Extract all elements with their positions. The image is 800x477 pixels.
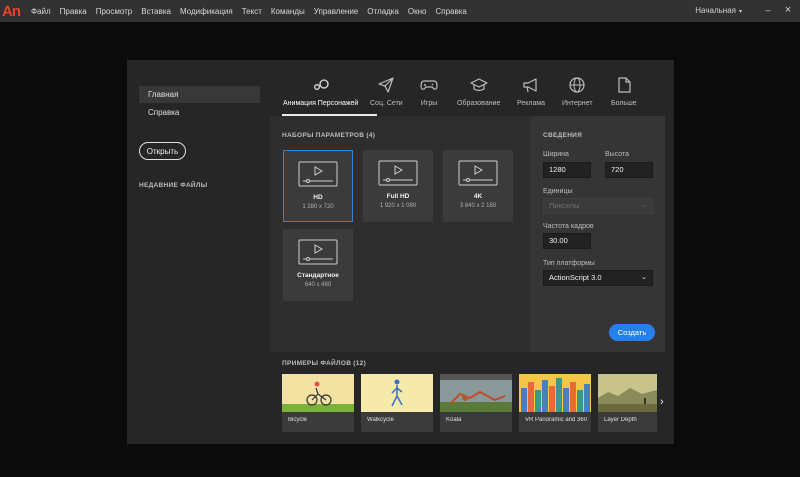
minimize-button[interactable]: – xyxy=(761,3,775,17)
koala-thumbnail xyxy=(440,374,512,412)
menu-debug[interactable]: Отладка xyxy=(367,7,399,16)
open-button[interactable]: Открыть xyxy=(139,142,186,160)
tab-label: Игры xyxy=(420,100,438,107)
platform-value: ActionScript 3.0 xyxy=(549,273,602,282)
tab-social[interactable]: Соц. Сети xyxy=(370,76,403,107)
sample-file-koala[interactable]: Koala xyxy=(440,374,512,432)
units-label: Единицы xyxy=(543,188,573,195)
walkcycle-thumbnail xyxy=(361,374,433,412)
sample-file-name: Bicycle xyxy=(288,417,308,423)
fps-label: Частота кадров xyxy=(543,223,594,230)
animate-logo: An xyxy=(2,2,21,20)
menu-file[interactable]: Файл xyxy=(31,7,51,16)
document-icon xyxy=(618,77,631,93)
preset-size: 1 280 x 720 xyxy=(302,204,334,210)
menu-control[interactable]: Управление xyxy=(314,7,358,16)
menu-help[interactable]: Справка xyxy=(435,7,466,16)
gamepad-icon xyxy=(420,80,438,90)
width-label: Ширина xyxy=(543,151,569,158)
preset-standard[interactable]: Стандартное 640 x 480 xyxy=(283,229,353,301)
menu-bar: An Файл Правка Просмотр Вставка Модифика… xyxy=(0,0,800,22)
preset-4k[interactable]: 4K 3 840 x 2 160 xyxy=(443,150,513,222)
vr-panoramic-thumbnail xyxy=(519,374,591,412)
sample-file-name: Layer Depth xyxy=(604,417,637,423)
tab-advertising[interactable]: Реклама xyxy=(517,76,545,107)
sample-file-vr-panoramic[interactable]: VR Panoramic and 360 ... xyxy=(519,374,591,432)
sample-file-layer-depth[interactable]: Layer Depth xyxy=(598,374,657,432)
menu-view[interactable]: Просмотр xyxy=(96,7,133,16)
video-icon xyxy=(298,161,338,187)
tab-label: Больше xyxy=(611,100,637,107)
megaphone-icon xyxy=(523,78,537,93)
menu-window[interactable]: Окно xyxy=(408,7,427,16)
chevron-down-icon: ⌄ xyxy=(641,274,647,281)
width-input[interactable]: 1280 xyxy=(543,162,591,178)
details-heading: СВЕДЕНИЯ xyxy=(543,132,583,139)
menu-modify[interactable]: Модификация xyxy=(180,7,233,16)
tab-label: Анимация Персонажей xyxy=(283,100,359,107)
graduation-cap-icon xyxy=(470,78,488,92)
preset-size: 3 840 x 2 160 xyxy=(459,203,497,209)
preset-size: 640 x 480 xyxy=(304,282,332,288)
sample-file-bicycle[interactable]: Bicycle xyxy=(282,374,354,432)
menu-commands[interactable]: Команды xyxy=(271,7,305,16)
chevron-down-icon: ⌄ xyxy=(641,202,647,209)
platform-select[interactable]: ActionScript 3.0 ⌄ xyxy=(543,270,653,286)
start-screen: Главная Справка Открыть НЕДАВНИЕ ФАЙЛЫ А… xyxy=(127,60,674,444)
height-input[interactable]: 720 xyxy=(605,162,653,178)
presets-panel: НАБОРЫ ПАРАМЕТРОВ (4) HD 1 280 x 720 Ful… xyxy=(270,116,532,352)
workspace-label: Начальная xyxy=(695,6,736,15)
workspace-switcher[interactable]: Начальная ▾ xyxy=(695,6,742,15)
units-value: Пикселы xyxy=(549,201,580,210)
sample-file-name: Walkcycle xyxy=(367,417,394,423)
sample-file-name: Koala xyxy=(446,417,462,423)
tab-character-animation[interactable]: Анимация Персонажей xyxy=(283,76,358,107)
sidebar: Главная Справка Открыть НЕДАВНИЕ ФАЙЛЫ xyxy=(127,60,267,444)
layer-depth-thumbnail xyxy=(598,374,657,412)
presets-heading: НАБОРЫ ПАРАМЕТРОВ (4) xyxy=(282,132,376,139)
globe-icon xyxy=(569,77,585,93)
menu-insert[interactable]: Вставка xyxy=(141,7,171,16)
preset-name: 4K xyxy=(473,193,483,200)
tab-games[interactable]: Игры xyxy=(420,76,438,107)
tab-label: Соц. Сети xyxy=(370,100,403,107)
sample-file-walkcycle[interactable]: Walkcycle xyxy=(361,374,433,432)
video-icon xyxy=(298,239,338,265)
sample-file-name: VR Panoramic and 360 ... xyxy=(525,417,589,423)
tab-label: Реклама xyxy=(517,100,546,107)
preset-name: HD xyxy=(313,194,323,201)
bicycle-thumbnail xyxy=(282,374,354,412)
details-panel: СВЕДЕНИЯ Ширина 1280 Высота 720 Единицы … xyxy=(531,116,665,352)
tab-more[interactable]: Больше xyxy=(611,76,637,107)
fps-input[interactable]: 30.00 xyxy=(543,233,591,249)
video-icon xyxy=(378,160,418,186)
sidebar-item-home[interactable]: Главная xyxy=(139,86,260,103)
video-icon xyxy=(458,160,498,186)
platform-label: Тип платформы xyxy=(543,260,595,267)
preset-hd[interactable]: HD 1 280 x 720 xyxy=(283,150,353,222)
units-select: Пикселы ⌄ xyxy=(543,198,653,214)
menu-text[interactable]: Текст xyxy=(242,7,262,16)
character-animation-icon xyxy=(313,79,329,90)
chevron-right-icon[interactable]: › xyxy=(660,396,664,408)
preset-name: Full HD xyxy=(386,193,410,200)
preset-name: Стандартное xyxy=(297,272,339,279)
close-button[interactable]: × xyxy=(781,3,795,17)
tab-label: Образование xyxy=(457,100,501,107)
sample-files-heading: ПРИМЕРЫ ФАЙЛОВ (12) xyxy=(282,360,367,367)
chevron-down-icon: ▾ xyxy=(738,9,742,15)
tab-education[interactable]: Образование xyxy=(457,76,500,107)
paper-plane-icon xyxy=(378,77,394,93)
menu-edit[interactable]: Правка xyxy=(60,7,87,16)
sidebar-item-help[interactable]: Справка xyxy=(139,104,260,121)
tab-label: Интернет xyxy=(562,100,593,107)
preset-full-hd[interactable]: Full HD 1 920 x 1 080 xyxy=(363,150,433,222)
tab-internet[interactable]: Интернет xyxy=(562,76,593,107)
preset-size: 1 920 x 1 080 xyxy=(379,203,417,209)
recent-files-heading: НЕДАВНИЕ ФАЙЛЫ xyxy=(139,182,208,189)
height-label: Высота xyxy=(605,151,630,158)
create-button[interactable]: Создать xyxy=(609,324,655,341)
